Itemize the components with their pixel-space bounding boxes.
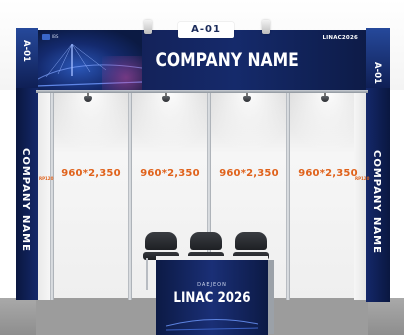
top-spotlight-icon bbox=[144, 20, 152, 34]
right-company-name: COMPANY NAME bbox=[371, 150, 382, 254]
frame-post bbox=[128, 92, 132, 300]
spotlight-icon bbox=[84, 93, 92, 103]
spotlight-icon bbox=[243, 93, 251, 103]
right-booth-number: A-01 bbox=[372, 62, 382, 84]
frame-post bbox=[286, 92, 290, 300]
info-counter: DAEJEON LINAC 2026 bbox=[156, 256, 268, 335]
left-company-name: COMPANY NAME bbox=[20, 148, 31, 252]
header-fascia: IBS COMPANY NAME LINAC2026 bbox=[36, 30, 368, 92]
spotlight-icon bbox=[321, 93, 329, 103]
counter-event-title: LINAC 2026 bbox=[173, 290, 251, 306]
right-side-wall-inner bbox=[354, 92, 366, 300]
side-dimension-label: RP120 bbox=[355, 176, 370, 181]
header-logo: IBS bbox=[42, 34, 98, 42]
wall-panel bbox=[52, 92, 130, 298]
counter-host-label: DAEJEON bbox=[197, 282, 227, 288]
booth-number-sign: A-01 bbox=[178, 22, 234, 38]
counter-bridge-graphic bbox=[166, 319, 258, 331]
left-side-wall-inner bbox=[38, 92, 50, 300]
company-name-header: COMPANY NAME bbox=[155, 49, 299, 71]
panel-dimension-label: 960*2,350 bbox=[219, 168, 279, 179]
spotlight-icon bbox=[162, 93, 170, 103]
event-name-header: LINAC2026 bbox=[322, 35, 358, 41]
booth-render: 960*2,350 960*2,350 960*2,350 960*2,350 … bbox=[0, 0, 404, 335]
top-spotlight-icon bbox=[262, 20, 270, 34]
side-dimension-label: RP120 bbox=[39, 176, 54, 181]
panel-dimension-label: 960*2,350 bbox=[140, 168, 200, 179]
counter-side bbox=[268, 260, 274, 334]
logo-mark-icon bbox=[42, 34, 50, 40]
panel-dimension-label: 960*2,350 bbox=[61, 168, 121, 179]
frame-post bbox=[50, 92, 54, 300]
header-glow bbox=[102, 56, 142, 92]
left-booth-number: A-01 bbox=[21, 40, 31, 62]
